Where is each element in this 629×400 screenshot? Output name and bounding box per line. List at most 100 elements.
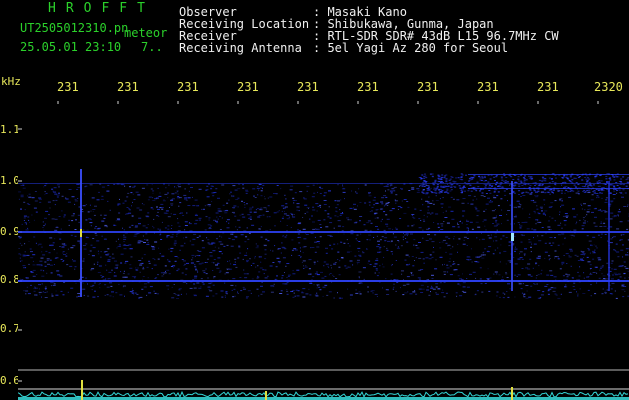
- noise-speck: [297, 229, 299, 231]
- noise-speck: [503, 175, 506, 177]
- noise-speck: [457, 264, 460, 266]
- noise-speck: [569, 175, 572, 177]
- noise-speck: [502, 297, 505, 299]
- noise-speck: [573, 289, 576, 290]
- spectrum-trace: [18, 390, 629, 398]
- noise-speck: [501, 223, 502, 225]
- noise-speck: [314, 263, 316, 265]
- noise-speck: [519, 251, 523, 253]
- noise-speck: [618, 208, 620, 210]
- noise-speck: [90, 285, 94, 287]
- noise-speck: [147, 212, 150, 214]
- noise-speck: [36, 274, 38, 275]
- noise-speck: [592, 191, 595, 193]
- noise-speck: [334, 262, 337, 263]
- noise-speck: [617, 211, 621, 213]
- noise-speck: [194, 223, 198, 225]
- noise-speck: [91, 255, 95, 257]
- noise-speck: [539, 206, 543, 208]
- noise-speck: [105, 254, 108, 255]
- noise-speck: [142, 225, 146, 227]
- noise-speck: [203, 272, 206, 274]
- noise-speck: [147, 282, 150, 284]
- noise-speck: [521, 268, 524, 269]
- noise-speck: [201, 240, 204, 242]
- noise-speck: [565, 253, 569, 255]
- noise-speck: [286, 293, 289, 295]
- noise-speck: [505, 273, 508, 275]
- noise-speck: [530, 275, 533, 277]
- noise-speck: [291, 239, 294, 241]
- noise-speck: [74, 229, 77, 230]
- noise-speck: [551, 217, 554, 219]
- noise-speck: [241, 213, 244, 215]
- noise-speck: [34, 287, 36, 289]
- noise-speck: [125, 260, 129, 262]
- noise-speck: [135, 267, 137, 269]
- noise-speck: [171, 297, 175, 299]
- noise-speck: [426, 192, 429, 194]
- noise-speck: [445, 251, 447, 253]
- noise-speck: [375, 269, 378, 271]
- noise-speck: [466, 286, 470, 288]
- noise-speck: [23, 217, 26, 219]
- noise-speck: [587, 261, 591, 263]
- noise-speck: [430, 191, 433, 193]
- noise-speck: [509, 261, 511, 263]
- noise-speck: [123, 229, 125, 231]
- noise-speck: [198, 188, 202, 190]
- noise-speck: [20, 185, 22, 186]
- noise-speck: [44, 261, 47, 263]
- noise-speck: [428, 294, 431, 296]
- noise-speck: [126, 196, 129, 198]
- noise-speck: [156, 215, 159, 217]
- noise-speck: [476, 215, 479, 217]
- noise-speck: [376, 235, 378, 237]
- noise-speck: [423, 262, 425, 264]
- noise-speck: [445, 236, 449, 238]
- noise-speck: [438, 192, 441, 194]
- noise-speck: [345, 267, 348, 269]
- noise-speck: [56, 194, 60, 196]
- noise-speck: [280, 252, 282, 254]
- noise-speck: [434, 268, 438, 270]
- noise-speck: [394, 279, 396, 280]
- noise-speck: [97, 296, 99, 298]
- noise-speck: [431, 274, 434, 276]
- noise-speck: [115, 264, 119, 266]
- noise-speck: [418, 242, 421, 243]
- noise-speck: [434, 181, 437, 183]
- noise-speck: [627, 204, 629, 206]
- noise-speck: [192, 205, 196, 207]
- noise-speck: [569, 234, 572, 236]
- noise-speck: [174, 294, 177, 296]
- noise-speck: [375, 259, 379, 261]
- noise-speck: [238, 226, 241, 228]
- noise-speck: [53, 282, 55, 283]
- noise-speck: [466, 219, 468, 221]
- noise-speck: [516, 276, 518, 277]
- noise-speck: [521, 292, 523, 294]
- noise-speck: [479, 189, 482, 191]
- noise-speck: [233, 212, 236, 214]
- noise-speck: [604, 201, 608, 203]
- noise-speck: [613, 185, 616, 187]
- noise-speck: [593, 244, 595, 246]
- spectrogram-plot[interactable]: [18, 101, 629, 400]
- noise-speck: [123, 236, 127, 238]
- noise-speck: [488, 190, 491, 191]
- noise-speck: [583, 219, 585, 221]
- noise-speck: [89, 204, 91, 206]
- noise-speck: [122, 202, 125, 204]
- noise-speck: [327, 216, 330, 218]
- noise-speck: [306, 211, 309, 213]
- noise-speck: [247, 238, 250, 240]
- noise-speck: [549, 270, 553, 272]
- noise-speck: [503, 190, 506, 192]
- noise-speck: [577, 271, 579, 273]
- noise-speck: [566, 263, 568, 264]
- noise-speck: [173, 213, 177, 215]
- noise-speck: [279, 293, 283, 294]
- noise-speck: [43, 270, 45, 272]
- noise-speck: [106, 226, 108, 228]
